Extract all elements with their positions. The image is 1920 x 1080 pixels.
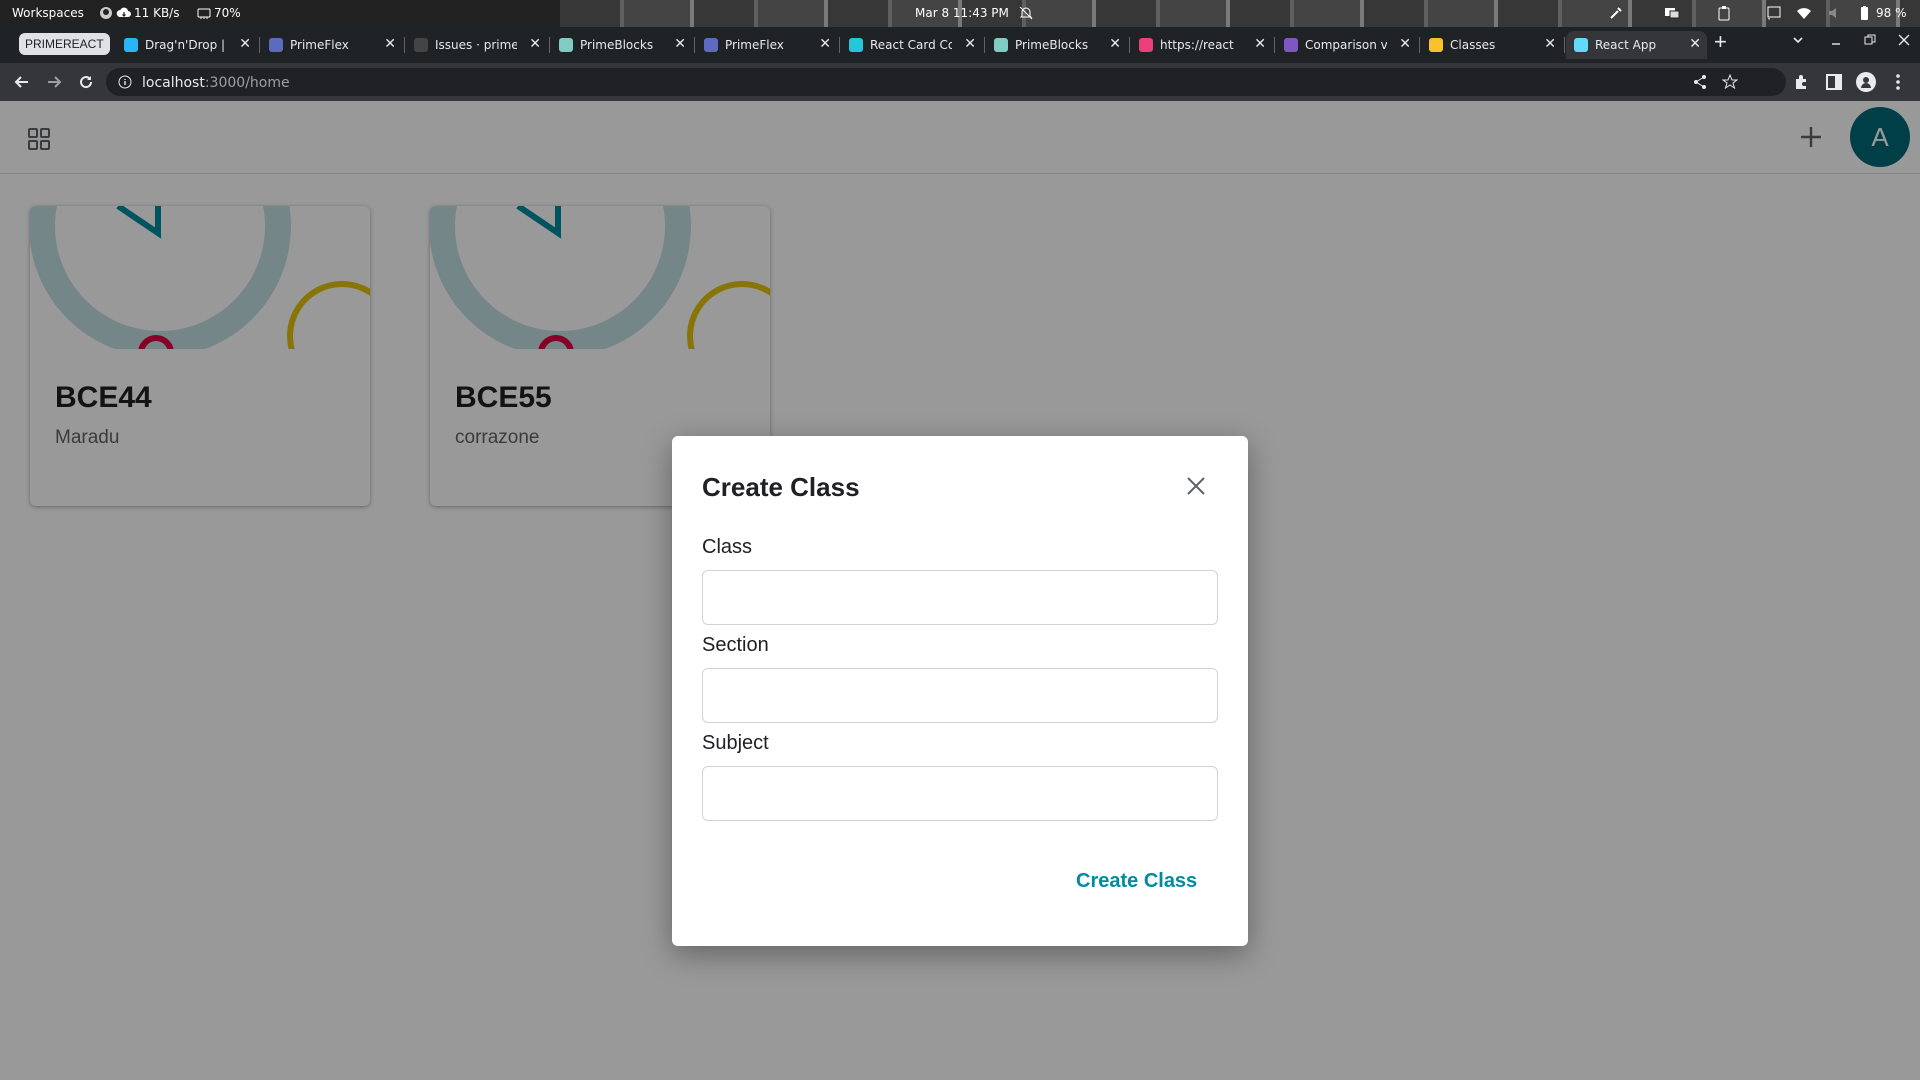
section-input[interactable] bbox=[702, 668, 1218, 723]
tab-close-icon[interactable]: ✕ bbox=[529, 36, 541, 52]
tab-title: PrimeFlex bbox=[725, 38, 784, 52]
tab-close-icon[interactable]: ✕ bbox=[819, 36, 831, 52]
tab-search-icon[interactable] bbox=[1790, 32, 1806, 53]
tab-title: PrimeBlocks bbox=[1015, 38, 1089, 52]
profile-icon[interactable] bbox=[1856, 72, 1876, 92]
tab-title: PrimeBlocks bbox=[580, 38, 654, 52]
notifications-off-icon[interactable] bbox=[1018, 5, 1034, 21]
primeflex-icon bbox=[269, 38, 283, 52]
minimize-window-icon[interactable] bbox=[1828, 32, 1844, 53]
react-icon bbox=[1574, 38, 1588, 52]
close-icon[interactable] bbox=[1184, 474, 1208, 498]
tab-close-icon[interactable]: ✕ bbox=[1544, 36, 1556, 52]
restore-window-icon[interactable] bbox=[1862, 32, 1878, 53]
tab-close-icon[interactable]: ✕ bbox=[1399, 36, 1411, 52]
memory-icon bbox=[196, 5, 212, 21]
github-icon bbox=[414, 38, 428, 52]
browser-toolbar: localhost:3000/home bbox=[0, 63, 1920, 101]
memory-usage: 70% bbox=[214, 6, 241, 20]
app-viewport: A BCE44 Maradu BCE55 corrazone Create Cl… bbox=[0, 101, 1920, 1080]
primereact-icon bbox=[124, 38, 138, 52]
tab-title: Drag'n'Drop | bbox=[145, 38, 226, 52]
create-class-dialog: Create Class Class Section Subject Creat… bbox=[672, 436, 1248, 946]
class-field-label: Class bbox=[702, 536, 753, 558]
browser-tab-strip: PRIMEREACT Drag'n'Drop | ✕ PrimeFlex ✕ Issue… bbox=[0, 27, 1920, 63]
browser-tab[interactable]: Classes ✕ bbox=[1419, 31, 1562, 59]
network-speed: 11 KB/s bbox=[134, 6, 180, 20]
bookmark-star-icon[interactable] bbox=[1721, 73, 1739, 95]
extensions-puzzle-icon[interactable] bbox=[1792, 72, 1812, 92]
section-field-label: Section bbox=[702, 634, 769, 656]
tab-group-label[interactable]: PRIMEREACT bbox=[19, 33, 110, 55]
class-input[interactable] bbox=[702, 570, 1218, 625]
browser-tab[interactable]: PrimeBlocks ✕ bbox=[549, 31, 692, 59]
react-icon bbox=[994, 38, 1008, 52]
tab-title: https://react bbox=[1160, 38, 1234, 52]
comparison-icon bbox=[1284, 38, 1298, 52]
browser-tab[interactable]: React App ✕ bbox=[1564, 31, 1707, 59]
url-host: localhost bbox=[142, 75, 205, 91]
share-icon[interactable] bbox=[1692, 74, 1708, 95]
browser-tab[interactable]: PrimeFlex ✕ bbox=[694, 31, 837, 59]
back-arrow-icon[interactable] bbox=[12, 72, 32, 92]
create-class-submit-button[interactable]: Create Class bbox=[1056, 862, 1217, 901]
subject-field-label: Subject bbox=[702, 732, 769, 754]
address-bar[interactable]: localhost:3000/home bbox=[106, 68, 1786, 96]
screen-share-icon[interactable] bbox=[1664, 5, 1680, 21]
more-menu-icon[interactable] bbox=[1888, 72, 1908, 92]
tab-title: Classes bbox=[1450, 38, 1496, 52]
tab-close-icon[interactable]: ✕ bbox=[239, 36, 251, 52]
tab-close-icon[interactable]: ✕ bbox=[1689, 36, 1701, 52]
forward-arrow-icon[interactable] bbox=[44, 72, 64, 92]
color-picker-icon[interactable] bbox=[1608, 5, 1624, 21]
tab-close-icon[interactable]: ✕ bbox=[964, 36, 976, 52]
battery-icon bbox=[1856, 5, 1872, 21]
tab-title: PrimeFlex bbox=[290, 38, 349, 52]
tab-title: Issues · prime bbox=[435, 38, 517, 52]
browser-tab[interactable]: PrimeFlex ✕ bbox=[259, 31, 402, 59]
close-window-icon[interactable] bbox=[1896, 32, 1912, 53]
browser-tab[interactable]: https://react ✕ bbox=[1129, 31, 1272, 59]
tab-close-icon[interactable]: ✕ bbox=[674, 36, 686, 52]
tab-title: React App bbox=[1595, 38, 1657, 52]
clock[interactable]: Mar 8 11:43 PM bbox=[915, 6, 1009, 20]
browser-tab[interactable]: React Card Co ✕ bbox=[839, 31, 982, 59]
wifi-icon[interactable] bbox=[1796, 5, 1812, 21]
dialog-title: Create Class bbox=[702, 472, 860, 502]
browser-tab[interactable]: Drag'n'Drop | ✕ bbox=[116, 31, 257, 59]
new-tab-button[interactable]: + bbox=[1714, 29, 1727, 55]
battery-level: 98 % bbox=[1876, 6, 1907, 20]
primeflex-icon bbox=[704, 38, 718, 52]
browser-tab[interactable]: Comparison v ✕ bbox=[1274, 31, 1417, 59]
workspaces-indicator[interactable]: Workspaces bbox=[12, 6, 84, 20]
clipboard-icon[interactable] bbox=[1716, 5, 1732, 21]
react-card-icon bbox=[849, 38, 863, 52]
cloud-download-icon bbox=[116, 5, 132, 21]
react-icon bbox=[559, 38, 573, 52]
tab-title: Comparison v bbox=[1305, 38, 1387, 52]
tab-close-icon[interactable]: ✕ bbox=[1254, 36, 1266, 52]
github-icon bbox=[98, 5, 114, 21]
url-text[interactable]: localhost:3000/home bbox=[142, 75, 290, 91]
side-panel-icon[interactable] bbox=[1824, 72, 1844, 92]
tab-close-icon[interactable]: ✕ bbox=[384, 36, 396, 52]
subject-input[interactable] bbox=[702, 766, 1218, 821]
volume-icon[interactable] bbox=[1826, 5, 1842, 21]
tab-title: React Card Co bbox=[870, 38, 952, 52]
tab-close-icon[interactable]: ✕ bbox=[1109, 36, 1121, 52]
url-path: :3000/home bbox=[204, 75, 290, 91]
site-info-icon[interactable] bbox=[118, 75, 132, 89]
classroom-icon bbox=[1429, 38, 1443, 52]
os-top-bar: Workspaces 11 KB/s 70% Mar 8 11:43 PM 98… bbox=[0, 0, 1920, 27]
browser-tab[interactable]: Issues · prime ✕ bbox=[404, 31, 547, 59]
browser-tab[interactable]: PrimeBlocks ✕ bbox=[984, 31, 1127, 59]
link-icon bbox=[1139, 38, 1153, 52]
reload-icon[interactable] bbox=[76, 72, 96, 92]
cast-icon[interactable] bbox=[1766, 5, 1782, 21]
